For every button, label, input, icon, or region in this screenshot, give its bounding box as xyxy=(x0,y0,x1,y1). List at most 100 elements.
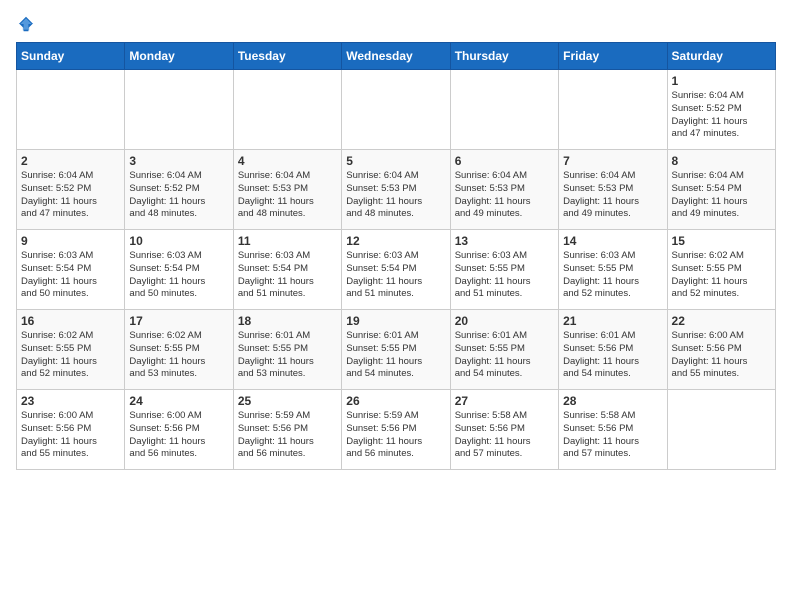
day-number: 17 xyxy=(129,314,228,328)
day-number: 13 xyxy=(455,234,554,248)
calendar-table: SundayMondayTuesdayWednesdayThursdayFrid… xyxy=(16,42,776,470)
day-number: 24 xyxy=(129,394,228,408)
logo-icon xyxy=(18,16,34,32)
calendar-cell: 11Sunrise: 6:03 AM Sunset: 5:54 PM Dayli… xyxy=(233,230,341,310)
day-info: Sunrise: 6:04 AM Sunset: 5:53 PM Dayligh… xyxy=(346,170,445,221)
day-info: Sunrise: 6:03 AM Sunset: 5:54 PM Dayligh… xyxy=(346,250,445,301)
day-info: Sunrise: 6:03 AM Sunset: 5:55 PM Dayligh… xyxy=(455,250,554,301)
day-number: 6 xyxy=(455,154,554,168)
day-info: Sunrise: 6:04 AM Sunset: 5:53 PM Dayligh… xyxy=(238,170,337,221)
day-of-week-header: Wednesday xyxy=(342,43,450,70)
calendar-cell: 8 Sunrise: 6:04 AM Sunset: 5:54 PM Daylig… xyxy=(667,150,775,230)
day-number: 5 xyxy=(346,154,445,168)
day-of-week-header: Tuesday xyxy=(233,43,341,70)
day-number: 15 xyxy=(672,234,771,248)
calendar-cell: 27 Sunrise: 5:58 AM Sunset: 5:56 PM Dayli… xyxy=(450,390,558,470)
day-number: 3 xyxy=(129,154,228,168)
day-of-week-header: Saturday xyxy=(667,43,775,70)
calendar-cell: 5 Sunrise: 6:04 AM Sunset: 5:53 PM Daylig… xyxy=(342,150,450,230)
day-of-week-header: Friday xyxy=(559,43,667,70)
calendar-cell xyxy=(559,70,667,150)
day-number: 18 xyxy=(238,314,337,328)
calendar-cell: 7 Sunrise: 6:04 AM Sunset: 5:53 PM Daylig… xyxy=(559,150,667,230)
calendar-cell: 22 Sunrise: 6:00 AM Sunset: 5:56 PM Dayli… xyxy=(667,310,775,390)
day-info: Sunrise: 6:02 AM Sunset: 5:55 PM Dayligh… xyxy=(129,330,228,381)
calendar-week-row: 2 Sunrise: 6:04 AM Sunset: 5:52 PM Daylig… xyxy=(17,150,776,230)
day-number: 9 xyxy=(21,234,120,248)
calendar-cell: 9 Sunrise: 6:03 AM Sunset: 5:54 PM Daylig… xyxy=(17,230,125,310)
day-of-week-header: Thursday xyxy=(450,43,558,70)
calendar-cell: 15 Sunrise: 6:02 AM Sunset: 5:55 PM Dayli… xyxy=(667,230,775,310)
calendar-cell: 18 Sunrise: 6:01 AM Sunset: 5:55 PM Dayli… xyxy=(233,310,341,390)
day-info: Sunrise: 6:00 AM Sunset: 5:56 PM Dayligh… xyxy=(21,410,120,461)
calendar-cell xyxy=(450,70,558,150)
calendar-week-row: 9 Sunrise: 6:03 AM Sunset: 5:54 PM Daylig… xyxy=(17,230,776,310)
calendar-cell: 19 Sunrise: 6:01 AM Sunset: 5:55 PM Dayli… xyxy=(342,310,450,390)
calendar-header-row: SundayMondayTuesdayWednesdayThursdayFrid… xyxy=(17,43,776,70)
day-number: 7 xyxy=(563,154,662,168)
day-number: 4 xyxy=(238,154,337,168)
day-info: Sunrise: 6:01 AM Sunset: 5:55 PM Dayligh… xyxy=(238,330,337,381)
calendar-cell: 28 Sunrise: 5:58 AM Sunset: 5:56 PM Dayli… xyxy=(559,390,667,470)
day-info: Sunrise: 5:58 AM Sunset: 5:56 PM Dayligh… xyxy=(455,410,554,461)
day-number: 20 xyxy=(455,314,554,328)
day-of-week-header: Sunday xyxy=(17,43,125,70)
calendar-cell xyxy=(233,70,341,150)
day-number: 23 xyxy=(21,394,120,408)
calendar-cell: 21Sunrise: 6:01 AM Sunset: 5:56 PM Dayli… xyxy=(559,310,667,390)
calendar-cell xyxy=(342,70,450,150)
day-info: Sunrise: 5:59 AM Sunset: 5:56 PM Dayligh… xyxy=(346,410,445,461)
calendar-week-row: 1Sunrise: 6:04 AM Sunset: 5:52 PM Daylig… xyxy=(17,70,776,150)
day-info: Sunrise: 6:01 AM Sunset: 5:55 PM Dayligh… xyxy=(455,330,554,381)
calendar-week-row: 23 Sunrise: 6:00 AM Sunset: 5:56 PM Dayli… xyxy=(17,390,776,470)
calendar-cell: 13 Sunrise: 6:03 AM Sunset: 5:55 PM Dayli… xyxy=(450,230,558,310)
calendar-cell: 16 Sunrise: 6:02 AM Sunset: 5:55 PM Dayli… xyxy=(17,310,125,390)
calendar-cell: 26 Sunrise: 5:59 AM Sunset: 5:56 PM Dayli… xyxy=(342,390,450,470)
day-number: 1 xyxy=(672,74,771,88)
calendar-cell: 1Sunrise: 6:04 AM Sunset: 5:52 PM Daylig… xyxy=(667,70,775,150)
day-info: Sunrise: 6:04 AM Sunset: 5:53 PM Dayligh… xyxy=(455,170,554,221)
day-number: 19 xyxy=(346,314,445,328)
calendar-cell: 17 Sunrise: 6:02 AM Sunset: 5:55 PM Dayli… xyxy=(125,310,233,390)
day-number: 11 xyxy=(238,234,337,248)
day-info: Sunrise: 6:01 AM Sunset: 5:55 PM Dayligh… xyxy=(346,330,445,381)
calendar-cell: 14Sunrise: 6:03 AM Sunset: 5:55 PM Dayli… xyxy=(559,230,667,310)
day-of-week-header: Monday xyxy=(125,43,233,70)
day-info: Sunrise: 6:04 AM Sunset: 5:52 PM Dayligh… xyxy=(129,170,228,221)
calendar-cell xyxy=(125,70,233,150)
day-number: 27 xyxy=(455,394,554,408)
day-info: Sunrise: 6:02 AM Sunset: 5:55 PM Dayligh… xyxy=(672,250,771,301)
day-number: 25 xyxy=(238,394,337,408)
day-info: Sunrise: 6:00 AM Sunset: 5:56 PM Dayligh… xyxy=(129,410,228,461)
day-number: 16 xyxy=(21,314,120,328)
day-number: 10 xyxy=(129,234,228,248)
day-info: Sunrise: 6:03 AM Sunset: 5:55 PM Dayligh… xyxy=(563,250,662,301)
day-info: Sunrise: 6:04 AM Sunset: 5:53 PM Dayligh… xyxy=(563,170,662,221)
day-info: Sunrise: 5:59 AM Sunset: 5:56 PM Dayligh… xyxy=(238,410,337,461)
day-info: Sunrise: 6:00 AM Sunset: 5:56 PM Dayligh… xyxy=(672,330,771,381)
page-header xyxy=(16,16,776,32)
day-info: Sunrise: 6:01 AM Sunset: 5:56 PM Dayligh… xyxy=(563,330,662,381)
calendar-cell: 3 Sunrise: 6:04 AM Sunset: 5:52 PM Daylig… xyxy=(125,150,233,230)
day-info: Sunrise: 6:02 AM Sunset: 5:55 PM Dayligh… xyxy=(21,330,120,381)
calendar-cell: 2 Sunrise: 6:04 AM Sunset: 5:52 PM Daylig… xyxy=(17,150,125,230)
calendar-week-row: 16 Sunrise: 6:02 AM Sunset: 5:55 PM Dayli… xyxy=(17,310,776,390)
calendar-cell xyxy=(667,390,775,470)
day-number: 12 xyxy=(346,234,445,248)
calendar-cell: 6 Sunrise: 6:04 AM Sunset: 5:53 PM Daylig… xyxy=(450,150,558,230)
day-info: Sunrise: 6:04 AM Sunset: 5:52 PM Dayligh… xyxy=(21,170,120,221)
calendar-cell: 12 Sunrise: 6:03 AM Sunset: 5:54 PM Dayli… xyxy=(342,230,450,310)
day-number: 22 xyxy=(672,314,771,328)
day-number: 26 xyxy=(346,394,445,408)
calendar-cell xyxy=(17,70,125,150)
day-info: Sunrise: 5:58 AM Sunset: 5:56 PM Dayligh… xyxy=(563,410,662,461)
day-number: 8 xyxy=(672,154,771,168)
day-info: Sunrise: 6:03 AM Sunset: 5:54 PM Dayligh… xyxy=(21,250,120,301)
day-number: 2 xyxy=(21,154,120,168)
calendar-cell: 24 Sunrise: 6:00 AM Sunset: 5:56 PM Dayli… xyxy=(125,390,233,470)
logo xyxy=(16,16,34,32)
day-info: Sunrise: 6:04 AM Sunset: 5:54 PM Dayligh… xyxy=(672,170,771,221)
day-info: Sunrise: 6:03 AM Sunset: 5:54 PM Dayligh… xyxy=(129,250,228,301)
day-number: 28 xyxy=(563,394,662,408)
calendar-cell: 4 Sunrise: 6:04 AM Sunset: 5:53 PM Daylig… xyxy=(233,150,341,230)
